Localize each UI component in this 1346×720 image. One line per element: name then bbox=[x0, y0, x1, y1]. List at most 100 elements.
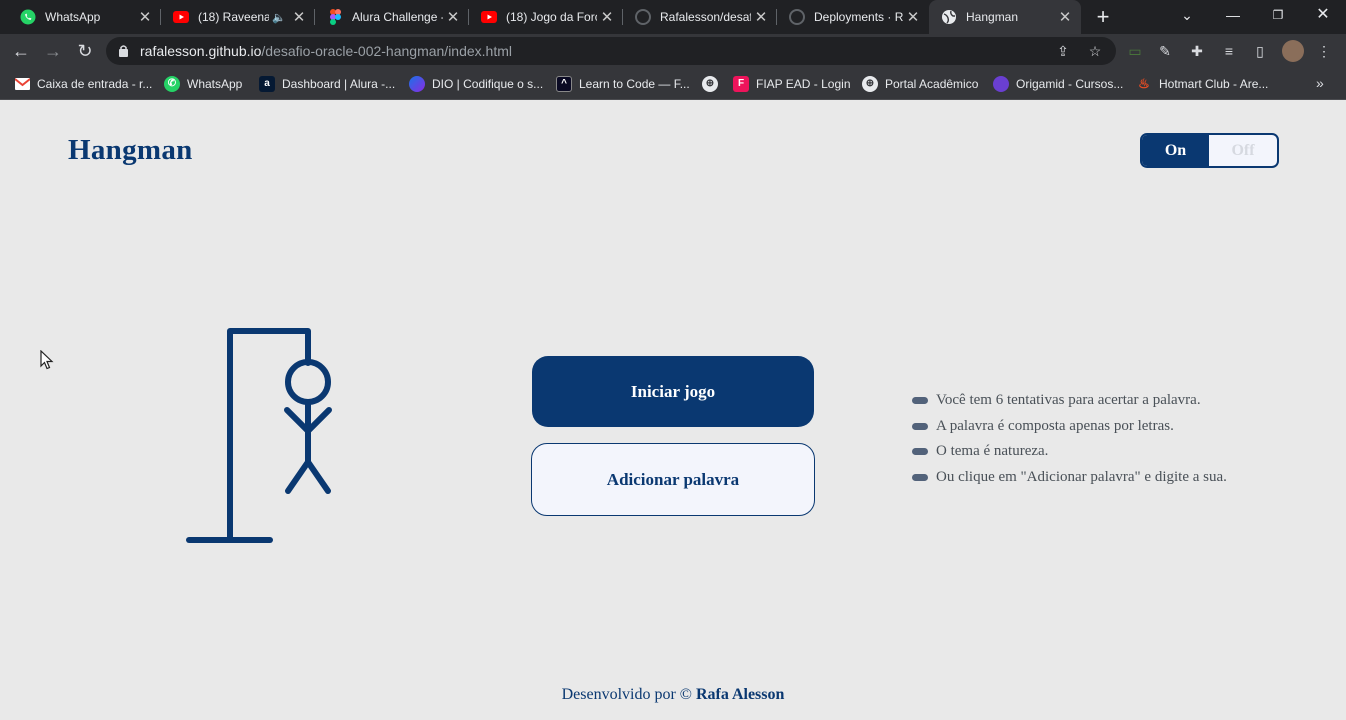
bookmark-freecodecamp[interactable]: ^ Learn to Code — F... bbox=[556, 68, 690, 99]
bullet-icon bbox=[912, 448, 928, 456]
tab-title: WhatsApp bbox=[45, 10, 101, 24]
bookmark-label: FIAP EAD - Login bbox=[756, 76, 851, 91]
tab-title: (18) Jogo da Forc bbox=[506, 10, 597, 24]
close-tab-icon[interactable]: ✕ bbox=[443, 8, 463, 26]
bullet-icon bbox=[912, 473, 928, 481]
new-tab-icon[interactable]: + bbox=[1092, 4, 1114, 30]
tab-youtube-raveena[interactable]: (18) Raveena 🔈 ✕ bbox=[161, 0, 315, 34]
gmail-icon bbox=[14, 75, 30, 92]
rule-item: Você tem 6 tentativas para acertar a pal… bbox=[912, 388, 1227, 414]
figma-icon bbox=[327, 9, 343, 25]
more-bookmarks-icon[interactable]: » bbox=[1316, 75, 1324, 91]
rule-text: Ou clique em "Adicionar palavra" e digit… bbox=[936, 468, 1227, 485]
tab-title: Rafalesson/desaf bbox=[660, 10, 751, 24]
close-tab-icon[interactable]: ✕ bbox=[1055, 8, 1075, 26]
bookmark-label: Hotmart Club - Are... bbox=[1159, 76, 1269, 91]
rules-list: Você tem 6 tentativas para acertar a pal… bbox=[912, 388, 1227, 490]
mouse-cursor-icon bbox=[40, 350, 54, 370]
menu-kebab-icon[interactable]: ⋮ bbox=[1315, 42, 1333, 60]
bookmark-globe[interactable]: ⊕ bbox=[702, 68, 725, 99]
tab-github-deployments[interactable]: Deployments · Ra ✕ bbox=[777, 0, 929, 34]
back-icon[interactable]: ← bbox=[9, 39, 33, 63]
rule-item: Ou clique em "Adicionar palavra" e digit… bbox=[912, 465, 1227, 491]
hangman-head bbox=[285, 359, 331, 405]
tab-strip: WhatsApp ✕ (18) Raveena 🔈 ✕ Alura Challe… bbox=[0, 0, 1346, 34]
profile-avatar[interactable] bbox=[1282, 40, 1304, 62]
bookmark-label: DIO | Codifique o s... bbox=[432, 76, 544, 91]
fiap-icon: F bbox=[733, 75, 749, 92]
rule-item: A palavra é composta apenas por letras. bbox=[912, 414, 1227, 440]
youtube-icon bbox=[481, 9, 497, 25]
rule-text: Você tem 6 tentativas para acertar a pal… bbox=[936, 392, 1201, 409]
bookmark-origamid[interactable]: Origamid - Cursos... bbox=[993, 68, 1123, 99]
toggle-off[interactable]: Off bbox=[1209, 135, 1277, 166]
rule-item: O tema é natureza. bbox=[912, 439, 1227, 465]
bookmark-fiap[interactable]: F FIAP EAD - Login bbox=[733, 68, 851, 99]
bullet-icon bbox=[912, 397, 928, 405]
youtube-icon bbox=[173, 9, 189, 25]
freecodecamp-icon: ^ bbox=[556, 75, 572, 92]
github-icon bbox=[789, 9, 805, 25]
extension-pen-icon[interactable]: ✎ bbox=[1156, 42, 1174, 60]
lock-icon bbox=[118, 44, 129, 62]
bookmark-label: WhatsApp bbox=[187, 76, 243, 91]
close-window-icon[interactable]: ✕ bbox=[1308, 0, 1338, 30]
reload-icon[interactable]: ↻ bbox=[73, 39, 97, 63]
close-tab-icon[interactable]: ✕ bbox=[135, 8, 155, 26]
bookmark-portal-academico[interactable]: ⊕ Portal Acadêmico bbox=[862, 68, 978, 99]
close-tab-icon[interactable]: ✕ bbox=[903, 8, 923, 26]
media-control-icon[interactable]: ≡ bbox=[1220, 42, 1238, 60]
bookmark-whatsapp[interactable]: ✆ WhatsApp bbox=[164, 68, 242, 99]
close-tab-icon[interactable]: ✕ bbox=[289, 8, 309, 26]
rule-text: A palavra é composta apenas por letras. bbox=[936, 417, 1174, 434]
tab-whatsapp[interactable]: WhatsApp ✕ bbox=[8, 0, 161, 34]
url-text: rafalesson.github.io/desafio-oracle-002-… bbox=[140, 43, 512, 59]
origamid-icon bbox=[993, 75, 1009, 92]
speaker-icon[interactable]: 🔈 bbox=[269, 11, 289, 24]
bookmark-hotmart[interactable]: ♨ Hotmart Club - Are... bbox=[1136, 68, 1268, 99]
footer-author: Rafa Alesson bbox=[695, 686, 785, 703]
bookmark-label: Portal Acadêmico bbox=[885, 76, 979, 91]
tab-title: Alura Challenge - bbox=[352, 10, 443, 24]
restore-icon[interactable]: ❐ bbox=[1263, 0, 1293, 30]
bookmark-dio[interactable]: DIO | Codifique o s... bbox=[409, 68, 543, 99]
hotmart-icon: ♨ bbox=[1138, 75, 1150, 91]
tab-title: Deployments · Ra bbox=[814, 10, 903, 24]
tab-github-repo[interactable]: Rafalesson/desaf ✕ bbox=[623, 0, 777, 34]
hangman-illustration bbox=[186, 328, 332, 543]
alura-icon: a bbox=[259, 75, 275, 92]
share-icon[interactable]: ⇪ bbox=[1054, 42, 1072, 60]
minimize-icon[interactable]: — bbox=[1218, 0, 1248, 30]
tab-search-chevron-icon[interactable]: ⌄ bbox=[1172, 0, 1202, 30]
tab-alura-challenge[interactable]: Alura Challenge - ✕ bbox=[315, 0, 469, 34]
bookmark-label: Dashboard | Alura -... bbox=[282, 76, 396, 91]
extension-screen-icon[interactable]: ▭ bbox=[1126, 42, 1144, 60]
bookmarks-bar: Caixa de entrada - r... ✆ WhatsApp a Das… bbox=[0, 68, 1346, 100]
dio-icon bbox=[409, 75, 425, 92]
forward-icon[interactable]: → bbox=[41, 39, 65, 63]
close-tab-icon[interactable]: ✕ bbox=[751, 8, 771, 26]
page-footer: Desenvolvido por © Rafa Alesson bbox=[0, 686, 1346, 704]
bookmark-star-icon[interactable]: ☆ bbox=[1086, 42, 1104, 60]
globe-icon: ⊕ bbox=[702, 75, 718, 92]
bookmark-gmail[interactable]: Caixa de entrada - r... bbox=[14, 68, 152, 99]
rule-text: O tema é natureza. bbox=[936, 443, 1049, 460]
address-bar[interactable]: rafalesson.github.io/desafio-oracle-002-… bbox=[106, 37, 1116, 65]
hangman-page: Hangman On Off Iniciar jogo Adicionar pa… bbox=[0, 101, 1346, 720]
extensions-puzzle-icon[interactable]: ✚ bbox=[1188, 42, 1206, 60]
globe-icon bbox=[941, 9, 957, 25]
close-tab-icon[interactable]: ✕ bbox=[597, 8, 617, 26]
side-panel-icon[interactable]: ▯ bbox=[1251, 42, 1269, 60]
github-icon bbox=[635, 9, 651, 25]
tab-youtube-jogo[interactable]: (18) Jogo da Forc ✕ bbox=[469, 0, 623, 34]
page-logo: Hangman bbox=[68, 134, 193, 166]
theme-toggle[interactable]: On Off bbox=[1140, 133, 1279, 168]
bookmark-alura[interactable]: a Dashboard | Alura -... bbox=[259, 68, 395, 99]
add-word-button[interactable]: Adicionar palavra bbox=[531, 443, 815, 516]
bookmark-label: Caixa de entrada - r... bbox=[37, 76, 153, 91]
tab-hangman[interactable]: Hangman ✕ bbox=[929, 0, 1081, 34]
toggle-on[interactable]: On bbox=[1142, 135, 1209, 166]
start-game-button[interactable]: Iniciar jogo bbox=[532, 356, 814, 427]
footer-prefix: Desenvolvido por © bbox=[561, 686, 692, 703]
bookmark-label: Origamid - Cursos... bbox=[1016, 76, 1124, 91]
